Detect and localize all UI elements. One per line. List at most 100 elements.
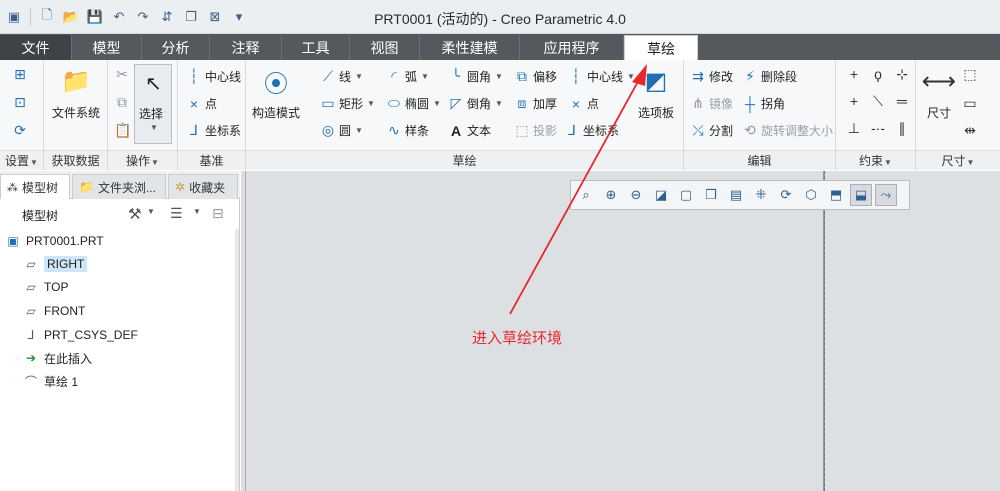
perpendicular-constraint-icon[interactable]: ⊥	[846, 120, 862, 137]
reference-dimension-icon[interactable]: ⇹	[962, 122, 978, 139]
panel-scrollbar[interactable]	[235, 229, 239, 491]
rectangle-button[interactable]: ▭ 矩形 ▼	[320, 95, 375, 112]
dimension-icon: ⟷	[921, 67, 957, 95]
palette-button[interactable]: ◩ 选项板	[638, 64, 674, 121]
tab-folder-browser[interactable]: 📁 文件夹浏...	[72, 174, 166, 199]
sketch-view-icon[interactable]: ⬒	[825, 184, 847, 206]
datum-point-button[interactable]: × 点	[186, 95, 217, 112]
sketch-centerline-button[interactable]: ┆ 中心线 ▼	[568, 68, 635, 85]
cut-icon[interactable]: ✂	[114, 66, 130, 83]
tab-model-tree[interactable]: ⁂ 模型树	[0, 174, 70, 199]
file-system-button[interactable]: 📁 文件系统	[52, 64, 100, 121]
group-label-edit: 编辑	[684, 150, 835, 170]
tree-node-right-plane[interactable]: ▱ RIGHT	[24, 254, 88, 274]
tab-favorites[interactable]: ✲ 收藏夹	[168, 174, 238, 199]
perspective-icon[interactable]: ⬡	[800, 184, 822, 206]
settings-tools-icon[interactable]: ⚒	[128, 205, 141, 223]
sketch-setup-icon[interactable]: ⊞	[12, 66, 28, 83]
saved-orientations-icon[interactable]: ❒	[700, 184, 722, 206]
tree-node-insert-here[interactable]: ➔ 在此插入	[24, 348, 92, 368]
show-list-icon[interactable]: ☰	[170, 205, 183, 222]
perimeter-icon[interactable]: ⬚	[962, 66, 978, 83]
tree-node-part[interactable]: ▣ PRT0001.PRT	[6, 231, 103, 251]
tangent-constraint-icon[interactable]: ϙ	[870, 66, 886, 82]
construction-mode-button[interactable]: ⦿ 构造模式	[252, 64, 300, 121]
vertical-constraint-icon[interactable]: +	[846, 66, 862, 82]
modify-button[interactable]: ⇉ 修改	[690, 68, 733, 85]
coincident-constraint-icon[interactable]: ⟍	[870, 93, 886, 110]
tab-annotate[interactable]: 注释	[210, 35, 282, 60]
midpoint-constraint-icon[interactable]: ⊹	[894, 66, 910, 83]
thicken-button[interactable]: ⧈ 加厚	[514, 95, 557, 112]
equal-constraint-icon[interactable]: ═	[894, 93, 910, 109]
spline-button[interactable]: ∿ 样条	[386, 122, 429, 139]
model-tree-title: 模型树	[22, 209, 59, 223]
sketch-view-icon[interactable]: ⟳	[12, 122, 28, 139]
dimension-button[interactable]: ⟷ 尺寸	[922, 64, 956, 121]
ellipse-button[interactable]: ⬭ 椭圆 ▼	[386, 95, 441, 112]
model-tree-toolbar: 模型树 ⚒ ▼ ☰ ▼ ⊟	[0, 199, 240, 229]
tab-analysis[interactable]: 分析	[142, 35, 210, 60]
tab-file[interactable]: 文件	[0, 35, 72, 60]
tree-node-csys[interactable]: ⅃ PRT_CSYS_DEF	[24, 325, 138, 345]
chevron-down-icon: ▼	[150, 123, 158, 132]
horizontal-constraint-icon[interactable]: +	[846, 93, 862, 109]
repaint-icon[interactable]: ◪	[650, 184, 672, 206]
datum-csys-button[interactable]: ⅃ 坐标系	[186, 122, 241, 139]
tree-node-front-plane[interactable]: ▱ FRONT	[24, 301, 85, 321]
display-style-icon[interactable]: ▢	[675, 184, 697, 206]
group-label-dimension[interactable]: 尺寸▼	[916, 150, 1000, 170]
tab-applications[interactable]: 应用程序	[520, 35, 624, 60]
tab-flexible-modeling[interactable]: 柔性建模	[420, 35, 520, 60]
baseline-icon[interactable]: ▭	[962, 95, 978, 112]
divide-button[interactable]: ⤯ 分割	[690, 122, 733, 139]
select-button[interactable]: ↖ 选择 ▼	[134, 64, 172, 144]
tree-node-top-plane[interactable]: ▱ TOP	[24, 277, 68, 297]
zoom-out-icon[interactable]: ⊖	[625, 184, 647, 206]
sketch-icon: ⌒	[24, 374, 37, 389]
tree-node-sketch[interactable]: ⌒ 草绘 1	[24, 371, 78, 391]
copy-icon[interactable]: ⧉	[114, 94, 130, 111]
text-button[interactable]: A 文本	[448, 122, 491, 139]
chevron-down-icon[interactable]: ▼	[193, 207, 201, 216]
annotation-display-icon[interactable]: ⟳	[775, 184, 797, 206]
fillet-button[interactable]: ╰ 圆角 ▼	[448, 68, 503, 85]
tab-sketch[interactable]: 草绘	[624, 35, 698, 61]
circle-button[interactable]: ◎ 圆 ▼	[320, 122, 363, 139]
symmetric-constraint-icon[interactable]: -·-	[870, 120, 886, 136]
title-bar: ▣ 🗋 📂 💾 ↶ ↷ ⇵ ❐ ⊠ ▾ PRT0001 (活动的) - Creo…	[0, 0, 1000, 34]
refit-icon[interactable]: ⌕	[575, 184, 597, 206]
constraint-display-icon[interactable]: ⤳	[875, 184, 897, 206]
view-manager-icon[interactable]: ▤	[725, 184, 747, 206]
group-label-constrain[interactable]: 约束▼	[836, 150, 915, 170]
offset-button[interactable]: ⧉ 偏移	[514, 68, 557, 85]
chamfer-button[interactable]: ◸ 倒角 ▼	[448, 95, 503, 112]
creo-window: ▣ 🗋 📂 💾 ↶ ↷ ⇵ ❐ ⊠ ▾ PRT0001 (活动的) - Creo…	[0, 0, 1000, 491]
group-label-setup[interactable]: 设置▼	[0, 150, 43, 170]
tab-model[interactable]: 模型	[72, 35, 142, 60]
cursor-arrow-icon: ↖	[145, 73, 162, 95]
datum-display-icon[interactable]: ⁜	[750, 184, 772, 206]
references-icon[interactable]: ⊡	[12, 94, 28, 111]
group-label-operations[interactable]: 操作▼	[108, 150, 177, 170]
chevron-down-icon[interactable]: ▼	[147, 207, 155, 216]
graphics-window[interactable]: ⌕ ⊕ ⊖ ◪ ▢ ❒ ▤ ⁜ ⟳ ⬡ ⬒ ⬓ ⤳	[241, 171, 1000, 491]
arc-button[interactable]: ◜ 弧 ▼	[386, 68, 429, 85]
datum-centerline-button[interactable]: ┆ 中心线	[186, 68, 241, 85]
line-button[interactable]: ⟋ 线 ▼	[320, 68, 363, 85]
mirror-button[interactable]: ⋔ 镜像	[690, 95, 733, 112]
sketch-csys-button[interactable]: ⅃ 坐标系	[564, 122, 619, 139]
tab-view[interactable]: 视图	[350, 35, 420, 60]
delete-segment-button[interactable]: ⚡ 删除段	[742, 68, 797, 85]
project-button[interactable]: ⬚ 投影	[514, 122, 557, 139]
sketch-point-button[interactable]: × 点	[568, 95, 599, 112]
zoom-in-icon[interactable]: ⊕	[600, 184, 622, 206]
rotate-resize-button[interactable]: ⟲ 旋转调整大小	[742, 122, 833, 139]
tab-tools[interactable]: 工具	[282, 35, 350, 60]
corner-button[interactable]: ┼ 拐角	[742, 95, 785, 112]
paste-icon[interactable]: 📋	[114, 122, 131, 139]
sketcher-display-icon[interactable]: ⬓	[850, 184, 872, 206]
filter-icon[interactable]: ⊟	[212, 205, 224, 222]
parallel-constraint-icon[interactable]: ∥	[894, 120, 910, 137]
file-system-icon: 📁	[61, 67, 91, 95]
